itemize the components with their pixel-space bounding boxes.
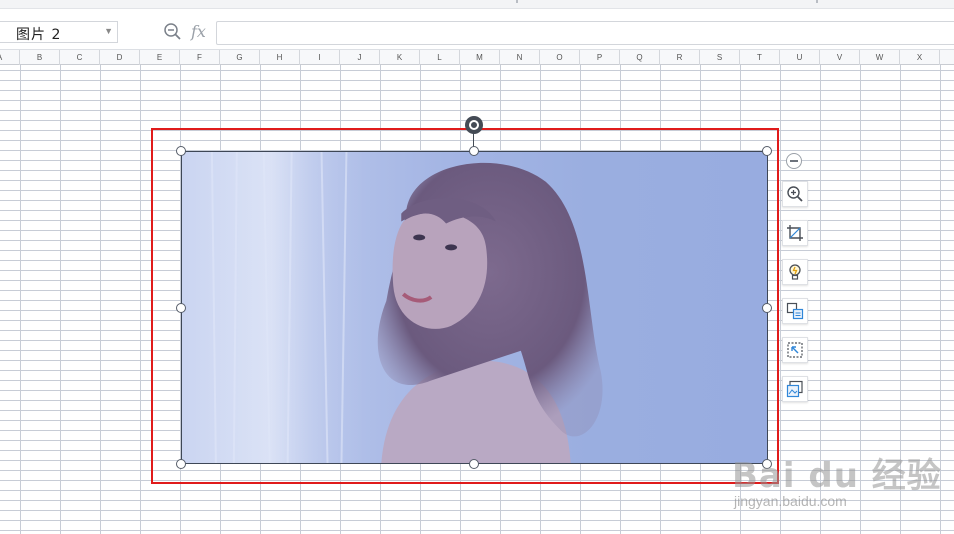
watermark-brand: Bai du 经验: [732, 456, 942, 496]
column-header-l[interactable]: L: [420, 50, 460, 65]
column-header-v[interactable]: V: [820, 50, 860, 65]
smart-enhance-button[interactable]: [782, 259, 808, 285]
column-header-w[interactable]: W: [860, 50, 900, 65]
name-box-value: 图片 2: [16, 27, 62, 43]
column-header-o[interactable]: O: [540, 50, 580, 65]
chevron-down-icon[interactable]: ▼: [104, 26, 113, 36]
strip-tick: [516, 0, 518, 3]
image-to-text-icon: [786, 302, 804, 320]
column-header-p[interactable]: P: [580, 50, 620, 65]
resize-handle-right[interactable]: [762, 303, 772, 313]
column-header-h[interactable]: H: [260, 50, 300, 65]
crop-icon: [787, 225, 803, 241]
selected-picture[interactable]: [181, 151, 768, 464]
zoom-out-icon: [164, 23, 181, 40]
column-header-q[interactable]: Q: [620, 50, 660, 65]
column-header-g[interactable]: G: [220, 50, 260, 65]
strip-tick: [816, 0, 818, 3]
insert-function-button[interactable]: fx: [191, 22, 211, 42]
lightbulb-icon: [789, 264, 801, 280]
column-header-t[interactable]: T: [740, 50, 780, 65]
name-box[interactable]: 图片 2 ▼: [0, 21, 118, 43]
formula-zoom-button[interactable]: [163, 21, 183, 43]
column-header-s[interactable]: S: [700, 50, 740, 65]
resize-handle-bottom-left[interactable]: [176, 459, 186, 469]
title-strip: [0, 0, 954, 9]
column-header-a[interactable]: A: [0, 50, 20, 65]
picture-zoom-button[interactable]: [782, 181, 808, 207]
column-header-i[interactable]: I: [300, 50, 340, 65]
select-region-button[interactable]: [782, 337, 808, 363]
crop-button[interactable]: [782, 220, 808, 246]
rotate-handle[interactable]: [465, 116, 483, 134]
portrait-photo: [182, 152, 603, 463]
resize-handle-top-left[interactable]: [176, 146, 186, 156]
column-header-j[interactable]: J: [340, 50, 380, 65]
select-region-icon: [787, 342, 803, 358]
watermark-url: jingyan.baidu.com: [734, 493, 847, 509]
collapse-toolbar-button[interactable]: [786, 153, 802, 169]
formula-input[interactable]: [216, 21, 954, 45]
column-header-e[interactable]: E: [140, 50, 180, 65]
insert-picture-button[interactable]: [782, 376, 808, 402]
insert-picture-icon: [786, 380, 803, 398]
resize-handle-bottom[interactable]: [469, 459, 479, 469]
resize-handle-top[interactable]: [469, 146, 479, 156]
column-header-m[interactable]: M: [460, 50, 500, 65]
watermark: Bai du 经验 jingyan.baidu.com: [728, 448, 948, 518]
column-header-d[interactable]: D: [100, 50, 140, 65]
column-header-f[interactable]: F: [180, 50, 220, 65]
column-header-n[interactable]: N: [500, 50, 540, 65]
zoom-in-icon: [787, 186, 803, 202]
image-to-text-button[interactable]: [782, 298, 808, 324]
formula-bar: 图片 2 ▼ fx: [0, 9, 954, 49]
column-header-b[interactable]: B: [20, 50, 60, 65]
resize-handle-left[interactable]: [176, 303, 186, 313]
column-header-r[interactable]: R: [660, 50, 700, 65]
column-header-k[interactable]: K: [380, 50, 420, 65]
column-header-c[interactable]: C: [60, 50, 100, 65]
column-header-x[interactable]: X: [900, 50, 940, 65]
resize-handle-top-right[interactable]: [762, 146, 772, 156]
column-header-u[interactable]: U: [780, 50, 820, 65]
column-headers: ABCDEFGHIJKLMNOPQRSTUVWX: [0, 49, 954, 65]
fx-icon: fx: [191, 22, 206, 41]
